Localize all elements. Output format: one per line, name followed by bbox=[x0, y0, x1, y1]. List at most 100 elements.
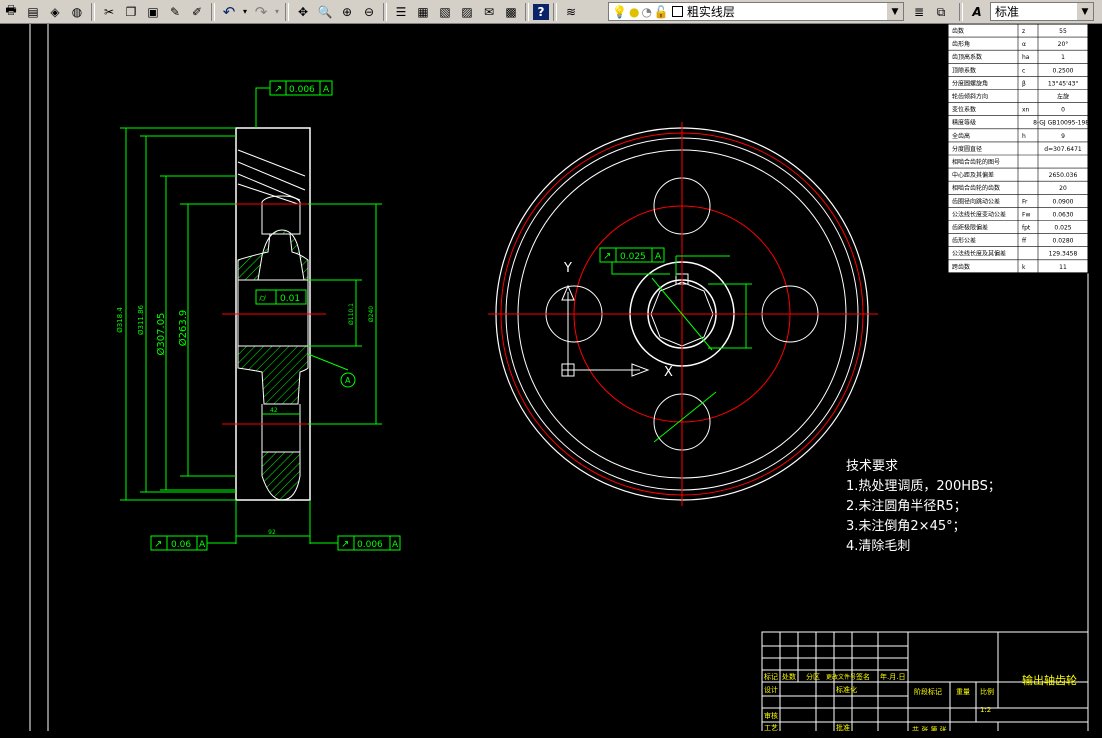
text-style-dropdown[interactable]: 标准 ▼ bbox=[990, 2, 1094, 21]
print-preview-icon[interactable]: ▤ bbox=[23, 2, 43, 22]
table-cell-name: 公法线长度及其偏差 bbox=[952, 250, 1006, 258]
print-icon[interactable]: 🖶 bbox=[1, 2, 21, 22]
table-cell-name: 齿形公差 bbox=[952, 237, 976, 245]
table-cell-value: 55 bbox=[1059, 28, 1067, 35]
table-cell-value: 129.3458 bbox=[1049, 251, 1078, 258]
svg-text:0.025: 0.025 bbox=[620, 252, 646, 262]
table-cell-name: 齿数 bbox=[952, 27, 964, 35]
status-strip bbox=[0, 731, 1102, 738]
layer-color-swatch bbox=[671, 6, 683, 17]
web-icon[interactable]: ◍ bbox=[67, 2, 87, 22]
table-cell-value: 2650.036 bbox=[1049, 172, 1078, 179]
front-view: ↗ 0.025 A Y X bbox=[488, 122, 878, 506]
table-cell-name: 齿顶高系数 bbox=[952, 53, 982, 61]
lock-icon: 🔓 bbox=[653, 4, 669, 19]
brush-icon[interactable]: ✐ bbox=[187, 2, 207, 22]
table-cell-name: 齿圈径向跳动公差 bbox=[952, 197, 1000, 205]
paste-icon[interactable]: ▣ bbox=[143, 2, 163, 22]
ucs-icon: Y X bbox=[561, 261, 673, 380]
svg-text:Y: Y bbox=[563, 261, 572, 276]
dim-width: 92 bbox=[268, 529, 276, 536]
svg-text:↗: ↗ bbox=[274, 84, 282, 95]
dim-hub: 42 bbox=[270, 407, 278, 414]
copy-icon[interactable]: ❐ bbox=[121, 2, 141, 22]
svg-text:分区: 分区 bbox=[806, 672, 820, 681]
toolbar-separator bbox=[285, 2, 289, 21]
sheet-set-icon[interactable]: ▨ bbox=[457, 2, 477, 22]
table-cell-value: 0.2500 bbox=[1053, 67, 1074, 74]
svg-text:0.006: 0.006 bbox=[357, 540, 383, 550]
zoom-previous-icon[interactable]: ⊖ bbox=[359, 2, 379, 22]
svg-text:阶段标记: 阶段标记 bbox=[914, 687, 942, 696]
table-cell-value: 11 bbox=[1059, 264, 1067, 271]
table-cell-symbol: z bbox=[1022, 28, 1025, 35]
design-center-icon[interactable]: ▦ bbox=[413, 2, 433, 22]
hatch-region-rim-bottom bbox=[261, 451, 301, 501]
table-cell-name: 跨齿数 bbox=[952, 263, 970, 271]
table-cell-value: 左旋 bbox=[1057, 93, 1069, 101]
svg-text:A: A bbox=[345, 376, 351, 385]
freeze-icon: ◔ bbox=[641, 4, 652, 19]
svg-text:1:2: 1:2 bbox=[980, 706, 991, 714]
help-icon[interactable]: ? bbox=[533, 3, 549, 20]
layer-state-icon[interactable]: ≣ bbox=[909, 2, 929, 22]
table-cell-symbol: α bbox=[1022, 41, 1026, 48]
markup-icon[interactable]: ✉ bbox=[479, 2, 499, 22]
publish-icon[interactable]: ◈ bbox=[45, 2, 65, 22]
table-cell-name: 分度圆直径 bbox=[952, 145, 982, 153]
table-cell-value: 0.025 bbox=[1054, 225, 1071, 232]
table-cell-symbol: ha bbox=[1022, 54, 1030, 61]
chevron-down-icon[interactable]: ▼ bbox=[887, 3, 903, 20]
table-cell-value: 13°45'43" bbox=[1048, 80, 1079, 87]
table-cell-symbol: c bbox=[1022, 67, 1025, 74]
drawing-canvas[interactable]: Ø318.4 Ø311.86 Ø307.05 Ø263.9 Ø110.1 Ø24… bbox=[0, 24, 1102, 738]
svg-text:0.01: 0.01 bbox=[280, 294, 300, 304]
undo-icon[interactable]: ↶ bbox=[219, 2, 239, 22]
undo-dropdown-icon[interactable]: ▾ bbox=[241, 2, 249, 22]
table-cell-name: 相啮合齿轮的图号 bbox=[952, 158, 1000, 166]
redo-dropdown-icon[interactable]: ▾ bbox=[273, 2, 281, 22]
svg-text:标记: 标记 bbox=[764, 672, 778, 681]
pan-icon[interactable]: ✥ bbox=[293, 2, 313, 22]
hatch-region-rim-top bbox=[261, 195, 301, 235]
helix-lines bbox=[237, 149, 306, 205]
table-cell-name: 精度等级 bbox=[952, 119, 976, 127]
tech-req-item: 4.清除毛刺 bbox=[846, 539, 910, 554]
zoom-realtime-icon[interactable]: 🔍 bbox=[315, 2, 335, 22]
tolerance-frame-front: ↗ 0.025 A bbox=[599, 247, 670, 275]
layer-dropdown[interactable]: 💡 ● ◔ 🔓 粗实线层 ▼ bbox=[608, 2, 904, 21]
tolerance-frame-top: ↗ 0.006 A bbox=[255, 80, 333, 128]
layer-previous-icon[interactable]: ⧉ bbox=[931, 2, 951, 22]
zoom-window-icon[interactable]: ⊕ bbox=[337, 2, 357, 22]
dim-d3: Ø307.05 bbox=[155, 313, 167, 356]
cut-icon[interactable]: ✂ bbox=[99, 2, 119, 22]
svg-text:比例: 比例 bbox=[980, 687, 994, 696]
table-cell-value: 0.0630 bbox=[1053, 211, 1074, 218]
tolerance-frame-left-bottom: ↗ 0.06 A bbox=[150, 535, 236, 551]
parameter-table: 齿数 z 55 齿形角 α 20° 齿顶高系数 ha 1 顶隙系数 c 0.2500 分度圆螺旋角 β 13… bbox=[947, 24, 1093, 274]
tolerance-frame-mid: ⌭ 0.01 bbox=[255, 289, 307, 305]
svg-text:X: X bbox=[664, 365, 673, 380]
sun-icon: ● bbox=[628, 4, 640, 19]
svg-text:0.006: 0.006 bbox=[289, 85, 315, 95]
table-cell-symbol: Fw bbox=[1022, 211, 1030, 218]
table-cell-symbol: Fr bbox=[1022, 198, 1028, 205]
text-style-icon[interactable]: A bbox=[967, 2, 987, 22]
table-cell-symbol: xn bbox=[1022, 107, 1030, 114]
svg-text:A: A bbox=[323, 85, 330, 95]
svg-text:更改文件号: 更改文件号 bbox=[826, 673, 856, 681]
table-cell-name: 全齿高 bbox=[952, 132, 970, 140]
match-properties-icon[interactable]: ✎ bbox=[165, 2, 185, 22]
svg-text:输出轴齿轮: 输出轴齿轮 bbox=[1022, 673, 1077, 687]
svg-text:⌭: ⌭ bbox=[259, 293, 267, 304]
layer-manager-icon[interactable]: ≋ bbox=[561, 2, 581, 22]
table-cell-symbol: h bbox=[1022, 133, 1026, 140]
table-cell-symbol: fpt bbox=[1022, 225, 1031, 232]
svg-text:↗: ↗ bbox=[341, 539, 349, 550]
chevron-down-icon[interactable]: ▼ bbox=[1077, 3, 1093, 20]
title-block-text: 输出轴齿轮 标记 处数 分区 更改文件号 签名 年.月.日 设计 标准化 阶段标… bbox=[764, 672, 1077, 734]
tool-palette-icon[interactable]: ▧ bbox=[435, 2, 455, 22]
properties-icon[interactable]: ☰ bbox=[391, 2, 411, 22]
redo-icon[interactable]: ↷ bbox=[251, 2, 271, 22]
calculator-icon[interactable]: ▩ bbox=[501, 2, 521, 22]
